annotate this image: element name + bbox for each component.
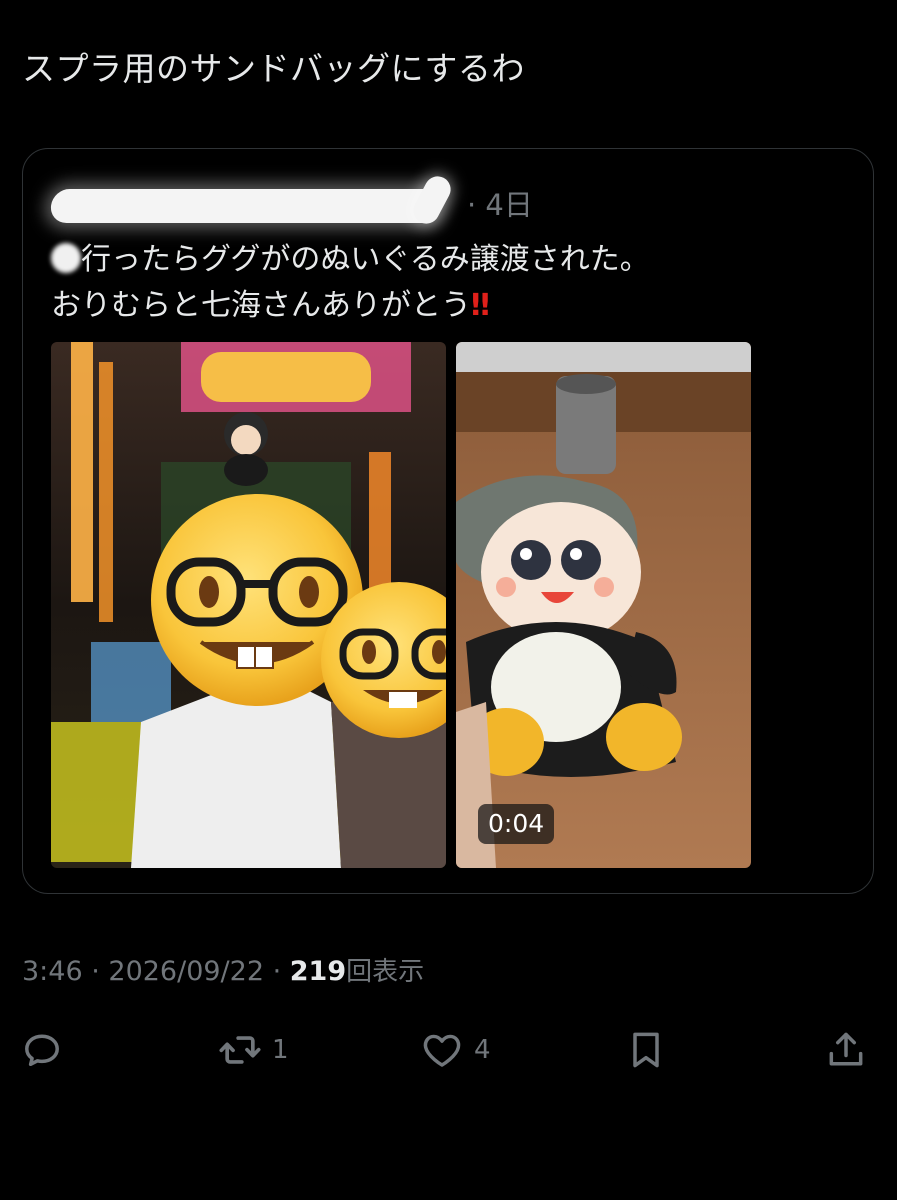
- meta-separator: ·: [82, 956, 109, 987]
- bookmark-button[interactable]: [624, 1026, 668, 1074]
- retweet-icon: [219, 1036, 261, 1064]
- view-count-label: 回表示: [346, 957, 425, 987]
- video-duration-badge: 0:04: [478, 804, 555, 844]
- quoted-post-line-2-text: おりむらと七海さんありがとう: [51, 288, 471, 323]
- quoted-post-card[interactable]: · 4日 行ったらググがのぬいぐるみ譲渡された。 おりむらと七海さんありがとう‼: [22, 148, 874, 894]
- double-exclamation-emoji: ‼: [471, 288, 490, 323]
- quoted-post-line-2: おりむらと七海さんありがとう‼: [51, 283, 841, 329]
- redacted-word: [51, 243, 81, 273]
- redacted-username: [48, 189, 442, 223]
- post-meta: 3:46 · 2026/09/22 · 219回表示: [22, 952, 424, 992]
- share-button[interactable]: [824, 1026, 868, 1074]
- reply-button[interactable]: [20, 1026, 64, 1074]
- like-count: 4: [474, 1035, 491, 1065]
- bookmark-icon: [633, 1032, 659, 1068]
- heart-icon: [423, 1034, 461, 1067]
- share-icon: [829, 1032, 863, 1066]
- media-photo[interactable]: [51, 342, 446, 868]
- quoted-post-time[interactable]: · 4日: [467, 185, 533, 225]
- quoted-post-line-1-text: 行ったらググがのぬいぐるみ譲渡された。: [81, 242, 650, 277]
- meta-separator: ·: [264, 956, 290, 987]
- action-bar: 1 4: [0, 1020, 897, 1080]
- retweet-count: 1: [272, 1035, 289, 1065]
- post-date: 2026/09/22: [108, 956, 265, 987]
- post-time: 3:46: [22, 956, 83, 987]
- media-video[interactable]: 0:04: [456, 342, 751, 868]
- arcade-photo: [51, 342, 446, 868]
- quoted-post-line-1: 行ったらググがのぬいぐるみ譲渡された。: [51, 237, 841, 283]
- quoted-post-text: 行ったらググがのぬいぐるみ譲渡された。 おりむらと七海さんありがとう‼: [51, 237, 841, 329]
- view-count: 219: [289, 956, 347, 987]
- retweet-button[interactable]: 1: [218, 1026, 289, 1074]
- quoted-post-header: · 4日: [48, 171, 551, 229]
- plush-video-thumbnail: [456, 342, 751, 868]
- media-grid: 0:04: [51, 342, 751, 868]
- post-text: スプラ用のサンドバッグにするわ: [22, 49, 525, 88]
- like-button[interactable]: 4: [420, 1026, 491, 1074]
- reply-icon: [25, 1034, 59, 1067]
